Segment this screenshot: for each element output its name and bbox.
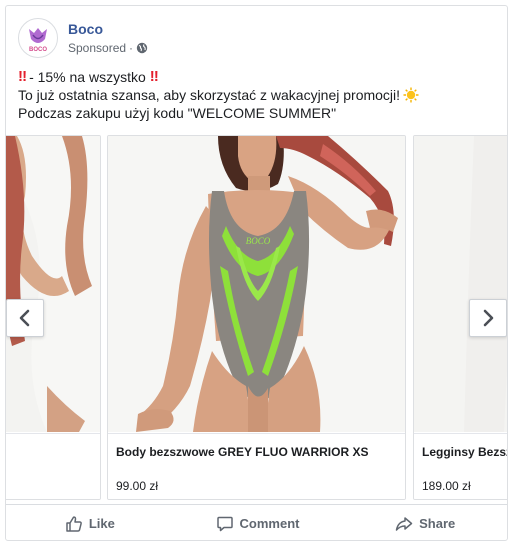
card-footer bbox=[6, 433, 100, 499]
comment-label: Comment bbox=[239, 516, 300, 531]
product-image[interactable]: BOCO bbox=[108, 136, 405, 432]
page-name[interactable]: Boco bbox=[68, 21, 103, 37]
sponsored-label[interactable]: Sponsored bbox=[68, 41, 126, 55]
model-photo-grey-fluo-warrior: BOCO bbox=[108, 136, 405, 432]
share-icon bbox=[395, 516, 413, 531]
post-text-line-2: To już ostatnia szansa, aby skorzystać z… bbox=[18, 86, 498, 104]
bodysuit-logo-text: BOCO bbox=[246, 236, 271, 246]
like-button[interactable]: Like bbox=[6, 505, 174, 540]
carousel-prev-button[interactable] bbox=[6, 299, 44, 337]
double-exclamation-icon: ‼ bbox=[18, 68, 27, 85]
sun-emoji-icon bbox=[403, 87, 419, 103]
product-price: 189.00 zł bbox=[422, 479, 471, 493]
product-carousel: BOCO Body bezszwowe GREY FLUO WARRIOR XS… bbox=[6, 135, 507, 502]
product-image[interactable] bbox=[6, 136, 100, 432]
chevron-right-icon bbox=[483, 309, 494, 327]
carousel-next-button[interactable] bbox=[469, 299, 507, 337]
thumbs-up-icon bbox=[66, 515, 82, 532]
post-text: ‼ - 15% na wszystko ‼ To już ostatnia sz… bbox=[18, 68, 498, 122]
chevron-left-icon bbox=[19, 309, 30, 327]
globe-icon[interactable] bbox=[136, 42, 148, 54]
promo-headline: - 15% na wszystko bbox=[29, 69, 146, 85]
promo-code-text: Podczas zakupu użyj kodu "WELCOME SUMMER… bbox=[18, 105, 337, 121]
boco-logo-icon: BOCO bbox=[21, 21, 55, 55]
separator: · bbox=[129, 41, 134, 55]
comment-button[interactable]: Comment bbox=[174, 505, 342, 540]
post-text-line-1: ‼ - 15% na wszystko ‼ bbox=[18, 68, 498, 86]
model-photo-next bbox=[414, 136, 507, 432]
share-button[interactable]: Share bbox=[341, 505, 507, 540]
model-photo-previous bbox=[6, 136, 100, 432]
double-exclamation-icon: ‼ bbox=[149, 68, 159, 85]
card-footer: Body bezszwowe GREY FLUO WARRIOR XS 99.0… bbox=[108, 433, 405, 499]
product-price: 99.00 zł bbox=[116, 479, 159, 493]
product-title[interactable]: Legginsy Bezsz bbox=[422, 445, 507, 459]
product-title[interactable]: Body bezszwowe GREY FLUO WARRIOR XS bbox=[116, 445, 368, 459]
post-text-line-3: Podczas zakupu użyj kodu "WELCOME SUMMER… bbox=[18, 104, 498, 122]
avatar-logo-text: BOCO bbox=[29, 47, 47, 53]
card-footer: Legginsy Bezsz 189.00 zł bbox=[414, 433, 507, 499]
avatar[interactable]: BOCO bbox=[18, 18, 58, 58]
carousel-card-active[interactable]: BOCO Body bezszwowe GREY FLUO WARRIOR XS… bbox=[107, 135, 406, 500]
promo-message: To już ostatnia szansa, aby skorzystać z… bbox=[18, 87, 401, 103]
like-label: Like bbox=[88, 516, 115, 531]
post-header: BOCO Boco Sponsored · bbox=[18, 18, 488, 62]
sponsored-row: Sponsored · bbox=[68, 41, 148, 55]
share-label: Share bbox=[419, 516, 456, 531]
comment-icon bbox=[216, 516, 233, 531]
product-image[interactable] bbox=[414, 136, 507, 432]
post-actions: Like Comment Share bbox=[6, 504, 507, 540]
sponsored-post: BOCO Boco Sponsored · ‼ - 15% na wszystk… bbox=[5, 5, 508, 541]
